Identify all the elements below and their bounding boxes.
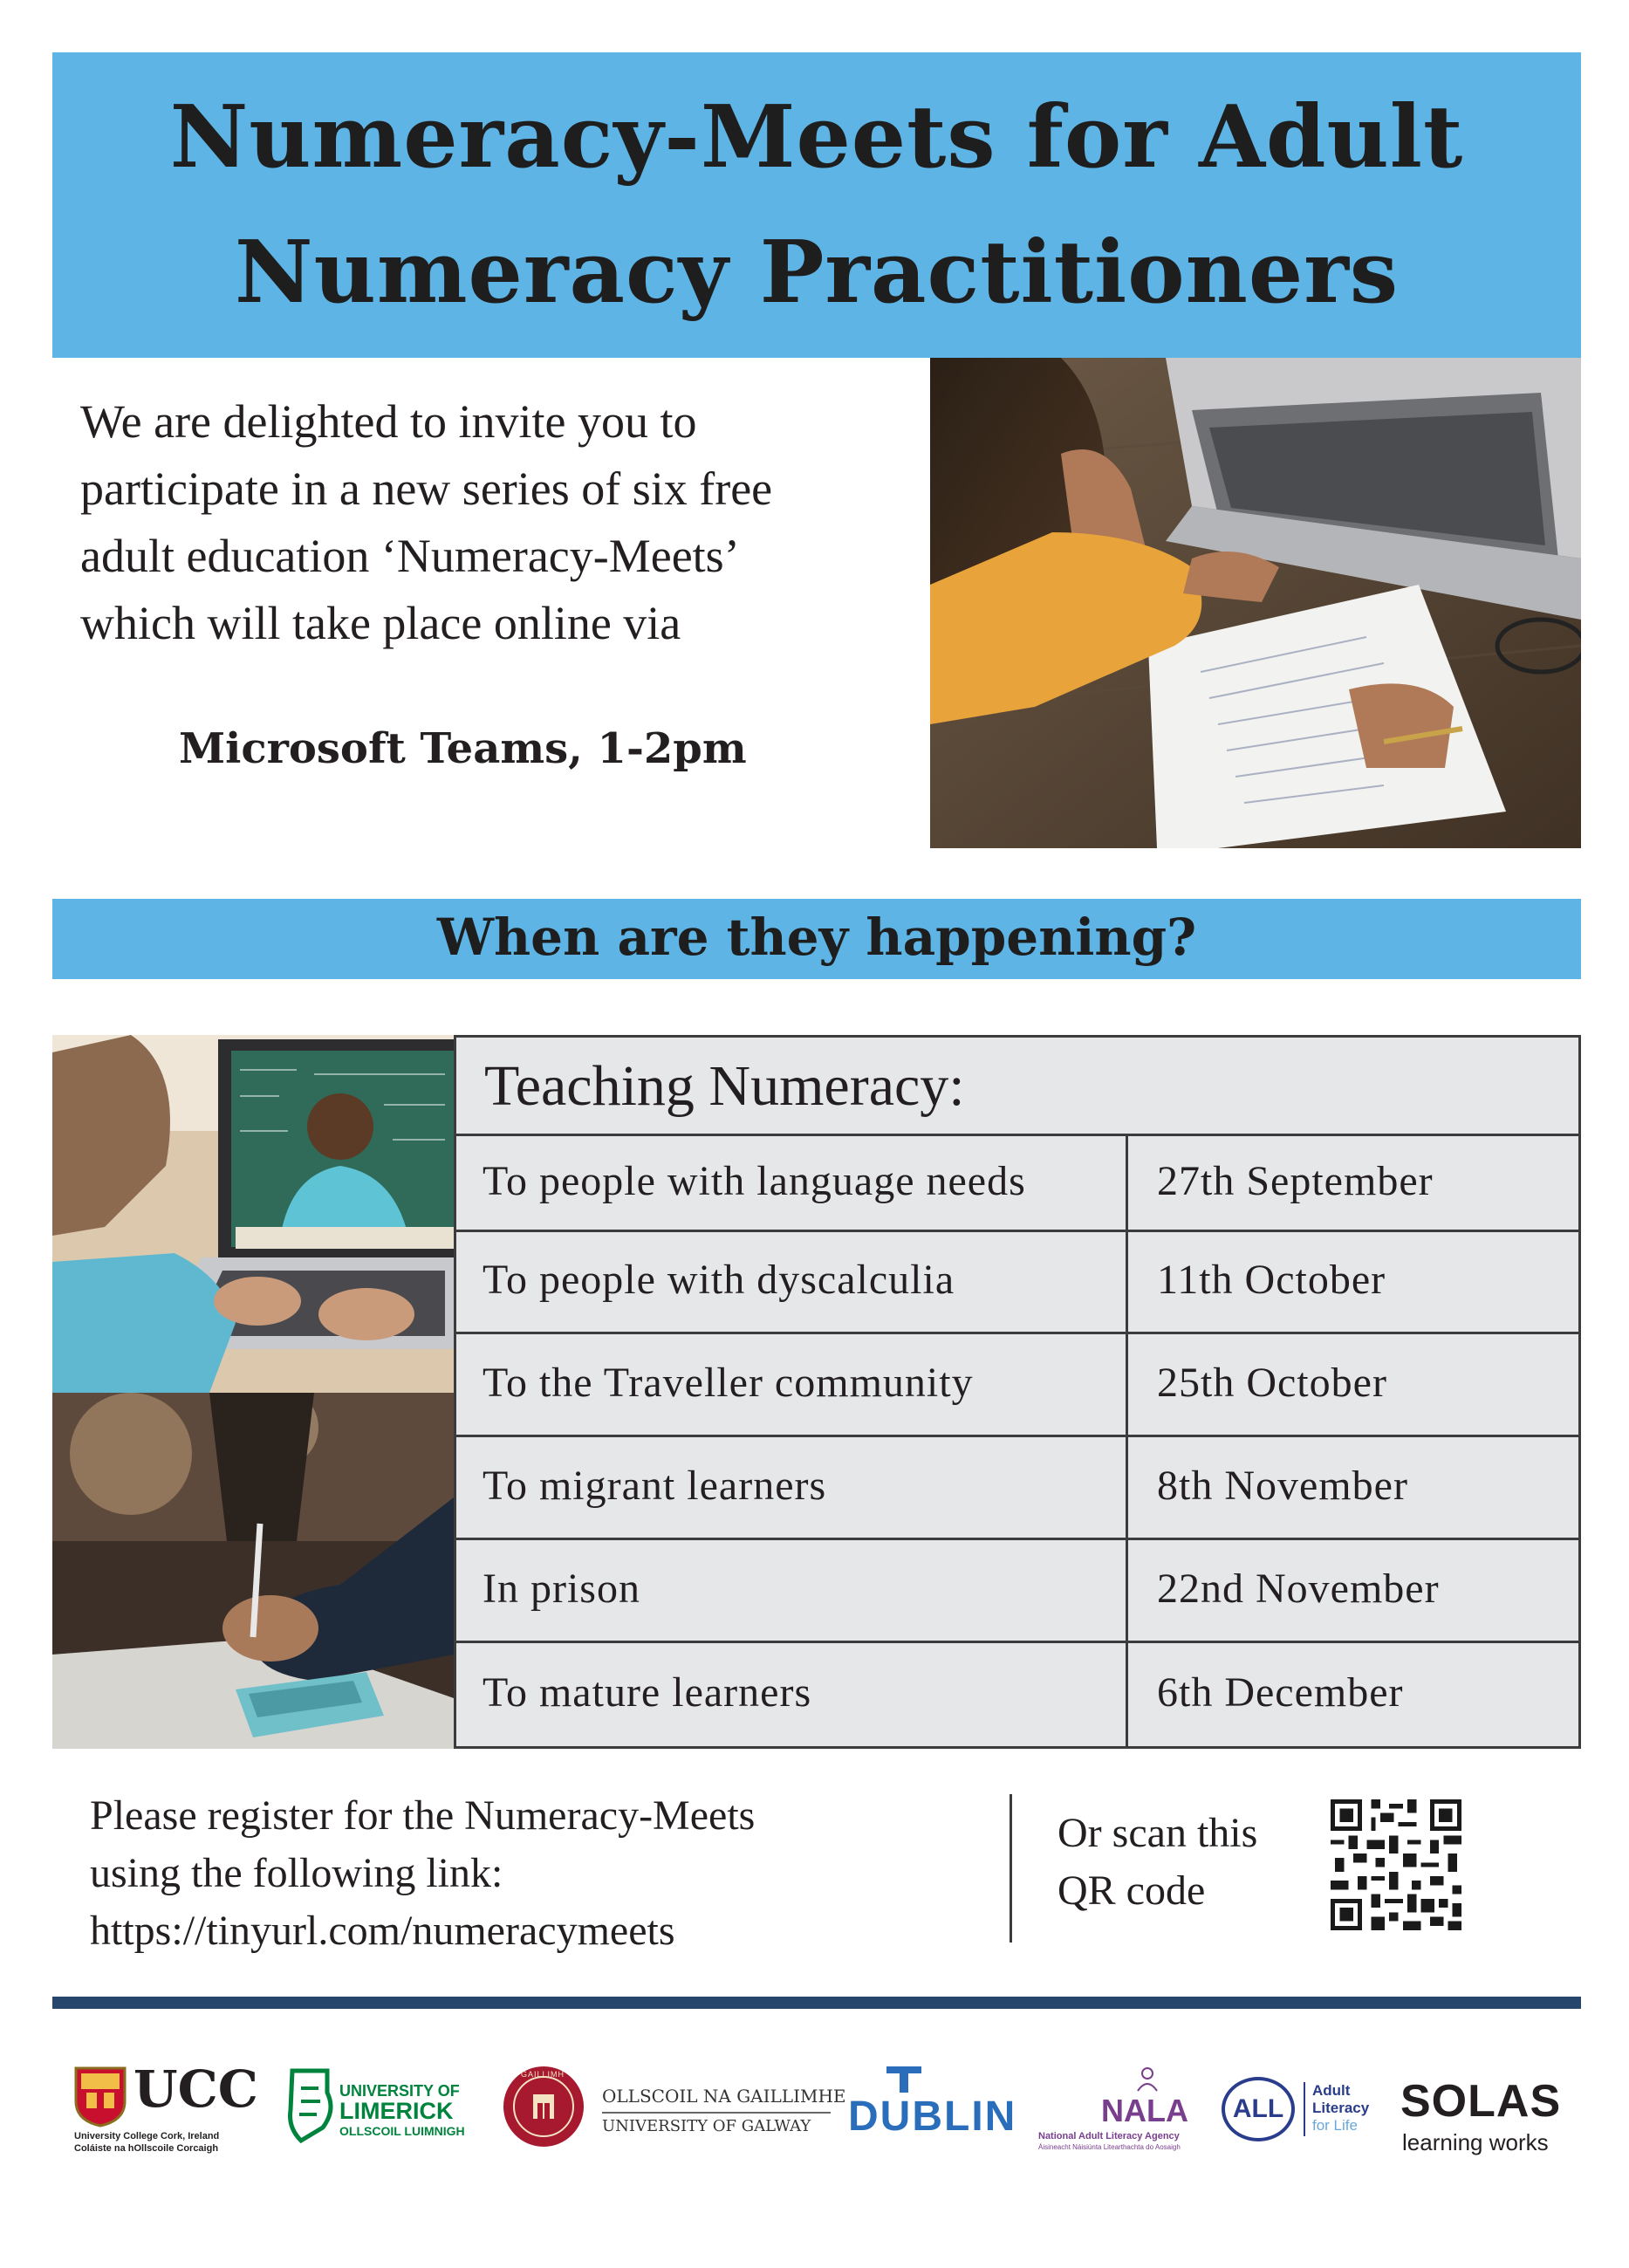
- table-row: To the Traveller community 25th October: [456, 1334, 1578, 1437]
- galway-line2: UNIVERSITY OF GALWAY: [602, 2117, 811, 2135]
- table-row: To people with dyscalculia 11th October: [456, 1232, 1578, 1334]
- tu-mark-icon: [886, 2066, 921, 2093]
- galway-rule: [602, 2112, 831, 2114]
- ul-emblem-icon: [288, 2068, 333, 2144]
- schedule-heading-row: Teaching Numeracy:: [456, 1038, 1578, 1136]
- date-cell: 25th October: [1128, 1334, 1578, 1435]
- nala-figure-icon: [1137, 2067, 1158, 2092]
- tu-dublin-name: DUBLIN: [848, 2093, 1017, 2140]
- nala-subtitle: National Adult Literacy Agency: [1038, 2131, 1180, 2141]
- ucc-subtitle-irish: Coláiste na hOllscoile Corcaigh: [74, 2143, 219, 2154]
- topic-cell: In prison: [456, 1540, 1128, 1641]
- intro-line: participate in a new series of six free: [80, 463, 773, 515]
- page-title-line-2: Numeracy Practitioners: [235, 223, 1399, 323]
- table-row: To people with language needs 27th Septe…: [456, 1136, 1578, 1232]
- registration-link[interactable]: https://tinyurl.com/numeracymeets: [90, 1902, 755, 1960]
- section-heading: When are they happening?: [436, 908, 1197, 967]
- solas-name: SOLAS: [1400, 2076, 1562, 2127]
- table-row: To migrant learners 8th November: [456, 1437, 1578, 1540]
- date-text: 11th October: [1157, 1256, 1386, 1303]
- all-line1: Adult: [1312, 2082, 1351, 2099]
- university-of-galway-logo: OLLSCOIL NA GAILLIMHE UNIVERSITY OF GALW…: [602, 2059, 846, 2155]
- intro-line: which will take place online via: [80, 597, 681, 649]
- section-banner: When are they happening?: [52, 899, 1581, 979]
- nala-name: NALA: [1101, 2093, 1188, 2128]
- solas-tagline: learning works: [1402, 2129, 1549, 2155]
- all-badge-text: ALL: [1232, 2094, 1284, 2123]
- topic-cell: To migrant learners: [456, 1437, 1128, 1538]
- ucc-name: UCC: [133, 2059, 258, 2119]
- table-row: To mature learners 6th December: [456, 1643, 1578, 1746]
- scan-line: QR code: [1057, 1867, 1206, 1914]
- topic-text: To the Traveller community: [483, 1359, 974, 1406]
- topic-text: To migrant learners: [483, 1462, 827, 1509]
- photo-student-studying: [930, 358, 1581, 848]
- date-text: 8th November: [1157, 1462, 1408, 1509]
- registration-line: Please register for the Numeracy-Meets: [90, 1792, 756, 1839]
- ul-logo: UNIVERSITY OF LIMERICK OLLSCOIL LUIMNIGH: [284, 2059, 480, 2155]
- date-text: 25th October: [1157, 1359, 1387, 1406]
- date-cell: 6th December: [1128, 1643, 1578, 1746]
- ul-line3: OLLSCOIL LUIMNIGH: [339, 2124, 465, 2138]
- page-title-line-1: Numeracy-Meets for Adult: [169, 87, 1464, 188]
- all-badge: ALL: [1222, 2077, 1295, 2141]
- title-banner: Numeracy-Meets for Adult Numeracy Practi…: [52, 52, 1581, 358]
- scan-line: Or scan this: [1057, 1810, 1258, 1856]
- ucc-crest-icon: [74, 2066, 127, 2128]
- intro-line: adult education ‘Numeracy-Meets’: [80, 530, 740, 582]
- topic-text: To people with dyscalculia: [483, 1256, 955, 1303]
- topic-text: In prison: [483, 1565, 640, 1612]
- ul-line2: LIMERICK: [339, 2098, 454, 2124]
- date-cell: 11th October: [1128, 1232, 1578, 1332]
- topic-text: To people with language needs: [483, 1157, 1026, 1204]
- date-cell: 8th November: [1128, 1437, 1578, 1538]
- date-text: 6th December: [1157, 1668, 1404, 1716]
- topic-cell: To the Traveller community: [456, 1334, 1128, 1435]
- galway-seal-text: GAILLIMH: [521, 2070, 565, 2079]
- all-line3: for Life: [1312, 2117, 1358, 2134]
- date-cell: 22nd November: [1128, 1540, 1578, 1641]
- topic-cell: To mature learners: [456, 1643, 1128, 1746]
- galway-line1: OLLSCOIL NA GAILLIMHE: [602, 2086, 846, 2107]
- platform-time: Microsoft Teams, 1-2pm: [179, 724, 747, 773]
- topic-cell: To people with dyscalculia: [456, 1232, 1128, 1332]
- scan-text: Or scan this QR code: [1057, 1805, 1257, 1920]
- qr-code[interactable]: [1331, 1799, 1461, 1930]
- photo-calculator: [52, 1393, 454, 1749]
- intro-paragraph: We are delighted to invite you to partic…: [80, 388, 909, 657]
- galway-seal-logo: GAILLIMH: [502, 2059, 585, 2155]
- all-line2: Literacy: [1312, 2100, 1370, 2116]
- vertical-divider: [1010, 1794, 1012, 1943]
- table-row: In prison 22nd November: [456, 1540, 1578, 1643]
- schedule-heading: Teaching Numeracy:: [484, 1054, 965, 1118]
- date-text: 22nd November: [1157, 1565, 1440, 1612]
- all-divider: [1304, 2082, 1305, 2136]
- adult-literacy-for-life-logo: ALL Adult Literacy for Life: [1222, 2059, 1396, 2155]
- ucc-logo: UCC University College Cork, Ireland Col…: [74, 2059, 258, 2155]
- photo-online-lesson: [52, 1035, 454, 1393]
- schedule-table: Teaching Numeracy: To people with langua…: [454, 1035, 1581, 1749]
- registration-text: Please register for the Numeracy-Meets u…: [90, 1787, 755, 1960]
- solas-logo: SOLAS learning works: [1400, 2059, 1575, 2155]
- registration-line: using the following link:: [90, 1850, 503, 1896]
- date-text: 27th September: [1157, 1157, 1434, 1204]
- date-cell: 27th September: [1128, 1136, 1578, 1230]
- footer-divider: [52, 1997, 1581, 2009]
- ucc-subtitle: University College Cork, Ireland: [74, 2131, 220, 2141]
- topic-cell: To people with language needs: [456, 1136, 1128, 1230]
- nala-logo: NALA National Adult Literacy Agency Áisi…: [1038, 2059, 1204, 2155]
- nala-subtitle-irish: Áisineacht Náisiúnta Litearthachta do Ao…: [1038, 2143, 1181, 2151]
- topic-text: To mature learners: [483, 1668, 812, 1716]
- tu-dublin-logo: DUBLIN: [848, 2059, 1017, 2155]
- intro-line: We are delighted to invite you to: [80, 395, 697, 448]
